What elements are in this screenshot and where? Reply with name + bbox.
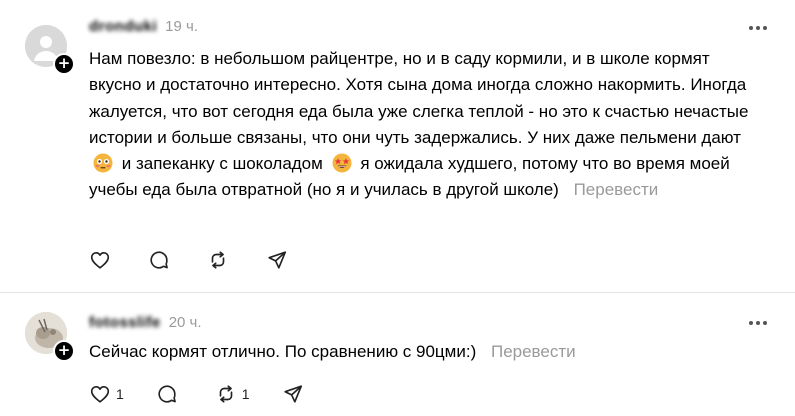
comment-text-part: Сейчас кормят отлично. По сравнению с 90… (89, 342, 477, 361)
translate-link[interactable]: Перевести (491, 342, 576, 361)
follow-plus-icon[interactable]: + (53, 340, 75, 362)
share-button[interactable] (266, 249, 288, 271)
comment-text: Сейчас кормят отлично. По сравнению с 90… (89, 339, 754, 365)
star-struck-face-icon (332, 153, 352, 173)
heart-icon (90, 252, 110, 269)
reply-button[interactable] (156, 383, 183, 405)
like-button[interactable]: 1 (89, 383, 124, 405)
comment-text: Нам повезло: в небольшом райцентре, но и… (89, 46, 754, 204)
repost-icon (211, 251, 225, 269)
repost-button[interactable] (207, 249, 234, 271)
heart-icon (90, 386, 110, 403)
repost-button[interactable]: 1 (215, 383, 250, 405)
comment-2: + fotosslife 20 ч. Сейчас кормят отлично… (0, 293, 795, 416)
like-count: 1 (116, 386, 124, 402)
action-bar (89, 249, 320, 271)
reply-button[interactable] (148, 249, 175, 271)
more-options-icon[interactable] (746, 18, 770, 38)
repost-count: 1 (241, 386, 250, 402)
translate-link[interactable]: Перевести (574, 180, 659, 199)
send-icon (283, 385, 302, 403)
avatar[interactable]: + (25, 25, 75, 75)
comment-text-part: Нам повезло: в небольшом райцентре, но и… (89, 49, 749, 147)
avatar[interactable]: + (25, 312, 75, 362)
comment-bubble-icon (158, 385, 176, 403)
like-button[interactable] (89, 249, 116, 271)
flushed-face-icon (93, 153, 113, 173)
more-options-icon[interactable] (746, 313, 770, 333)
comment-text-part: и запеканку с шоколадом (121, 154, 323, 174)
timestamp[interactable]: 19 ч. (165, 18, 198, 35)
username[interactable]: fotosslife (89, 314, 161, 331)
comment-1: + dronduki 19 ч. Нам повезло: в небольшо… (0, 0, 795, 292)
repost-icon (219, 385, 233, 403)
username[interactable]: dronduki (89, 18, 157, 35)
timestamp[interactable]: 20 ч. (169, 314, 202, 331)
follow-plus-icon[interactable]: + (53, 53, 75, 75)
comment-header: fotosslife 20 ч. (89, 311, 202, 333)
action-bar: 1 1 (89, 383, 336, 405)
comment-header: dronduki 19 ч. (89, 15, 198, 37)
send-icon (268, 251, 287, 269)
share-button[interactable] (282, 383, 304, 405)
comment-bubble-icon (150, 251, 168, 269)
